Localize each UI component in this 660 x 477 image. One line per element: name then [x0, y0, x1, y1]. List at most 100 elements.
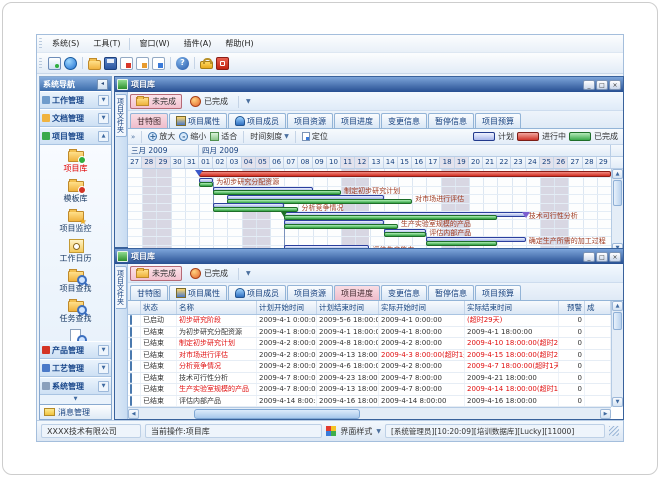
actual-bar[interactable]: [199, 182, 213, 187]
table-row[interactable]: 已结束分析竞争情况2009-4-2 8:00:002009-4-6 18:00:…: [128, 361, 611, 373]
sidebar-group-4[interactable]: 产品管理▼: [40, 341, 111, 359]
tab-变更信息[interactable]: 变更信息: [381, 285, 427, 300]
close-button[interactable]: ×: [609, 80, 621, 90]
sidebar-group-1[interactable]: 工作管理▼: [40, 91, 111, 109]
help-icon[interactable]: ?: [176, 57, 189, 70]
table-row[interactable]: 已结束为初步研究分配资源2009-4-1 8:00:002009-4-1 18:…: [128, 327, 611, 339]
scroll-right-arrow[interactable]: ▶: [600, 409, 611, 419]
chevron-down-icon[interactable]: ▼: [98, 381, 109, 392]
tab-项目进度[interactable]: 项目进度: [334, 285, 380, 300]
table-vertical-scrollbar[interactable]: ▲ ▼: [611, 301, 623, 407]
tab-暂停信息[interactable]: 暂停信息: [428, 285, 474, 300]
tab-变更信息[interactable]: 变更信息: [381, 113, 427, 128]
maximize-button[interactable]: □: [596, 252, 608, 262]
scroll-up-arrow[interactable]: ▲: [612, 301, 623, 311]
app-monitor-icon[interactable]: [48, 57, 61, 70]
chevron-down-icon[interactable]: ▼: [376, 428, 381, 435]
sidebar-group-3[interactable]: 项目管理▲: [40, 127, 111, 145]
more-buttons-chevron[interactable]: ▼: [246, 98, 251, 105]
table-row[interactable]: 已结束技术可行性分析2009-4-7 8:00:002009-4-23 18:0…: [128, 373, 611, 385]
more-buttons-chevron[interactable]: ▼: [246, 270, 251, 277]
scroll-left-arrow[interactable]: ◀: [128, 409, 139, 419]
zoom-in-button[interactable]: +放大: [148, 131, 175, 142]
tab-项目属性[interactable]: 项目属性: [169, 285, 227, 300]
chevron-down-icon[interactable]: ▼: [98, 95, 109, 106]
sidebar-item-项目查找[interactable]: 项目查找: [40, 266, 111, 296]
sidebar-item-任务查找[interactable]: 任务查找: [40, 296, 111, 326]
filter-button-未完成[interactable]: 未完成: [130, 94, 182, 109]
filter-button-已完成[interactable]: 已完成: [184, 94, 234, 109]
toolbar-overflow-chevron[interactable]: »: [131, 133, 135, 141]
minimize-button[interactable]: _: [583, 252, 595, 262]
tab-项目属性[interactable]: 项目属性: [169, 113, 227, 128]
column-header-icon[interactable]: [128, 301, 141, 314]
chevron-up-icon[interactable]: ▲: [98, 131, 109, 142]
tab-暂停信息[interactable]: 暂停信息: [428, 113, 474, 128]
exit-icon[interactable]: [216, 57, 229, 70]
scroll-thumb[interactable]: [613, 312, 622, 330]
tab-甘特图[interactable]: 甘特图: [130, 113, 168, 128]
sidebar-tab-message-management[interactable]: 消息管理: [40, 404, 111, 419]
menu-item-2[interactable]: 工具(T): [86, 37, 127, 50]
resize-grip[interactable]: [609, 426, 619, 436]
filter-button-已完成[interactable]: 已完成: [184, 266, 234, 281]
chevron-down-icon[interactable]: ▼: [98, 113, 109, 124]
tab-项目资源[interactable]: 项目资源: [287, 113, 333, 128]
column-header-预警[interactable]: 预警: [559, 301, 585, 314]
tab-项目预算[interactable]: 项目预算: [475, 285, 521, 300]
locate-button[interactable]: 定位: [302, 131, 328, 142]
save-icon[interactable]: [104, 57, 117, 70]
table-row[interactable]: 已结束生产实验室规模的产品2009-4-7 8:00:002009-4-13 1…: [128, 384, 611, 396]
time-scale-button[interactable]: 时间刻度▼: [250, 131, 289, 142]
tab-甘特图[interactable]: 甘特图: [130, 285, 168, 300]
sidebar-item-项目库[interactable]: 项目库: [40, 146, 111, 176]
column-header-实际结束时间[interactable]: 实际结束时间: [465, 301, 559, 314]
fit-button[interactable]: 适合: [210, 131, 237, 142]
chevron-down-icon[interactable]: ▼: [98, 363, 109, 374]
sidebar-item-项目监控[interactable]: ★项目监控: [40, 206, 111, 236]
sidebar-group-2[interactable]: 文档管理▼: [40, 109, 111, 127]
scroll-down-arrow[interactable]: ▼: [612, 397, 623, 407]
table-row[interactable]: 已结束制定初步研究计划2009-4-2 8:00:002009-4-8 18:0…: [128, 338, 611, 350]
column-header-计划结束时间[interactable]: 计划结束时间: [317, 301, 379, 314]
table-row[interactable]: 已结束对市场进行评估2009-4-2 8:00:002009-4-13 18:0…: [128, 350, 611, 362]
menu-item-1[interactable]: 系统(S): [45, 37, 86, 50]
sidebar-item-项目文档查找[interactable]: 项目文档查找: [40, 326, 111, 341]
menu-item-5[interactable]: 帮助(H): [218, 37, 260, 50]
report-orange-icon[interactable]: [136, 57, 149, 70]
globe-icon[interactable]: [64, 57, 77, 70]
tab-项目成员[interactable]: 项目成员: [228, 285, 286, 300]
scroll-up-arrow[interactable]: ▲: [612, 169, 623, 179]
interface-style-button[interactable]: 界面样式: [340, 426, 372, 437]
table-row[interactable]: 已结束评估内部产品2009-4-14 8:00:002009-4-16 18:0…: [128, 396, 611, 408]
report-red-icon[interactable]: [120, 57, 133, 70]
column-header-成[interactable]: 成: [585, 301, 611, 314]
sidebar-group-6[interactable]: 系统管理▼: [40, 377, 111, 395]
gantt-chart-area[interactable]: 为初步研究分配资源制定初步研究计划对市场进行评估分析竞争情况技术可行性分析生产实…: [128, 169, 611, 253]
project-folder-tab[interactable]: 项目文件夹: [116, 94, 127, 137]
sidebar-collapse-button[interactable]: ◂: [97, 79, 108, 90]
menu-item-4[interactable]: 插件(A): [177, 37, 219, 50]
lock-icon[interactable]: [200, 61, 213, 69]
maximize-button[interactable]: □: [596, 80, 608, 90]
tab-项目进度[interactable]: 项目进度: [334, 113, 380, 128]
actual-bar[interactable]: [426, 241, 497, 246]
menu-item-3[interactable]: 窗口(W): [132, 37, 176, 50]
zoom-out-button[interactable]: -缩小: [179, 131, 206, 142]
table-row[interactable]: 已启动初步研究阶段2009-4-1 0:00:002009-5-6 18:00:…: [128, 315, 611, 327]
table-horizontal-scrollbar[interactable]: ◀ ▶: [128, 407, 611, 419]
window-title-bar[interactable]: 项目库 _□×: [115, 249, 623, 264]
gantt-vertical-scrollbar[interactable]: ▲ ▼: [611, 169, 623, 253]
column-header-状态[interactable]: 状态: [141, 301, 177, 314]
sidebar-overflow-chevron[interactable]: ▼: [40, 395, 111, 404]
close-button[interactable]: ×: [609, 252, 621, 262]
column-header-实际开始时间[interactable]: 实际开始时间: [379, 301, 465, 314]
chevron-down-icon[interactable]: ▼: [98, 345, 109, 356]
sidebar-group-5[interactable]: 工艺管理▼: [40, 359, 111, 377]
minimize-button[interactable]: _: [583, 80, 595, 90]
sidebar-item-模板库[interactable]: 模板库: [40, 176, 111, 206]
filter-button-未完成[interactable]: 未完成: [130, 266, 182, 281]
report-blue-icon[interactable]: [152, 57, 165, 70]
column-header-名称[interactable]: 名称: [177, 301, 257, 314]
tab-项目资源[interactable]: 项目资源: [287, 285, 333, 300]
